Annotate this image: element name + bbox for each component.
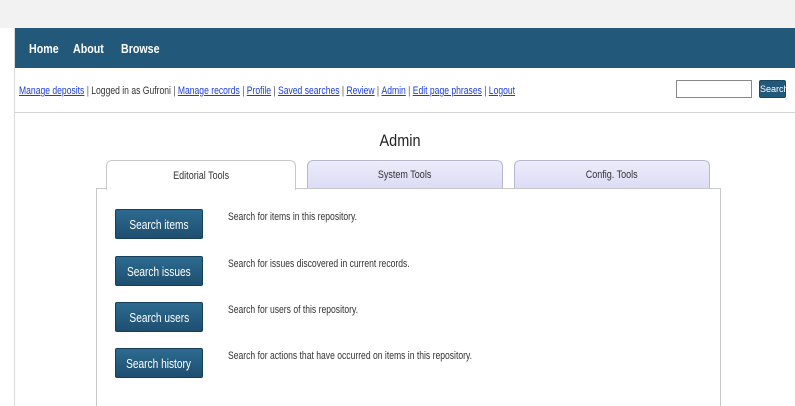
button-label: Search issues (127, 263, 191, 279)
button-label: Search history (126, 355, 192, 371)
nav-browse-link[interactable]: Browse (121, 41, 160, 56)
search-items-button[interactable]: Search items (115, 209, 203, 239)
tool-row: Search history Search for actions that h… (115, 348, 675, 378)
top-margin (0, 0, 795, 28)
tab-label: Config. Tools (586, 168, 638, 181)
tab-label: Editorial Tools (173, 169, 229, 182)
manage-deposits-link[interactable]: Manage deposits (19, 85, 84, 97)
top-navigation-bar: Home About Browse (15, 28, 795, 68)
separator: | (242, 85, 245, 97)
tool-description: Search for actions that have occurred on… (228, 350, 473, 362)
search-history-button[interactable]: Search history (115, 348, 203, 378)
tab-system-tools[interactable]: System Tools (307, 160, 503, 188)
logout-link[interactable]: Logout (489, 85, 515, 97)
nav-about-link[interactable]: About (73, 41, 104, 56)
saved-searches-link[interactable]: Saved searches (278, 85, 340, 97)
tab-editorial-tools[interactable]: Editorial Tools (106, 160, 296, 190)
separator: | (376, 85, 380, 97)
tool-row: Search issues Search for issues discover… (115, 256, 675, 286)
button-label: Search items (129, 216, 189, 232)
separator: | (408, 85, 411, 97)
separator: | (86, 85, 89, 97)
separator: | (273, 85, 276, 97)
user-toolbar: Manage deposits | Logged in as Gufroni | Man… (15, 68, 795, 113)
admin-link[interactable]: Admin (381, 85, 405, 97)
button-label: Search users (129, 309, 189, 325)
tab-label: System Tools (378, 168, 432, 181)
nav-home-link[interactable]: Home (29, 41, 59, 56)
tool-row: Search users Search for users of this re… (115, 302, 675, 332)
separator: | (341, 85, 345, 97)
review-link[interactable]: Review (346, 85, 374, 97)
tab-config-tools[interactable]: Config. Tools (514, 160, 710, 188)
tool-description: Search for users of this repository. (228, 304, 359, 316)
search-button[interactable]: Search (759, 80, 789, 98)
tool-description: Search for items in this repository. (228, 211, 358, 223)
page: Home About Browse Manage deposits | Logged… (0, 0, 795, 406)
logged-in-text: Logged in as Gufroni (91, 85, 171, 97)
search-users-button[interactable]: Search users (115, 302, 203, 332)
page-title: Admin (379, 131, 421, 150)
tool-row: Search items Search for items in this re… (115, 209, 675, 239)
tool-description: Search for issues discovered in current … (228, 258, 410, 270)
edit-page-phrases-link[interactable]: Edit page phrases (413, 85, 482, 97)
search-issues-button[interactable]: Search issues (115, 256, 203, 286)
manage-records-link[interactable]: Manage records (178, 85, 240, 97)
user-links: Manage deposits | Logged in as Gufroni | Man… (19, 85, 515, 97)
separator: | (173, 85, 176, 97)
search-input[interactable] (676, 80, 752, 98)
profile-link[interactable]: Profile (247, 85, 271, 97)
